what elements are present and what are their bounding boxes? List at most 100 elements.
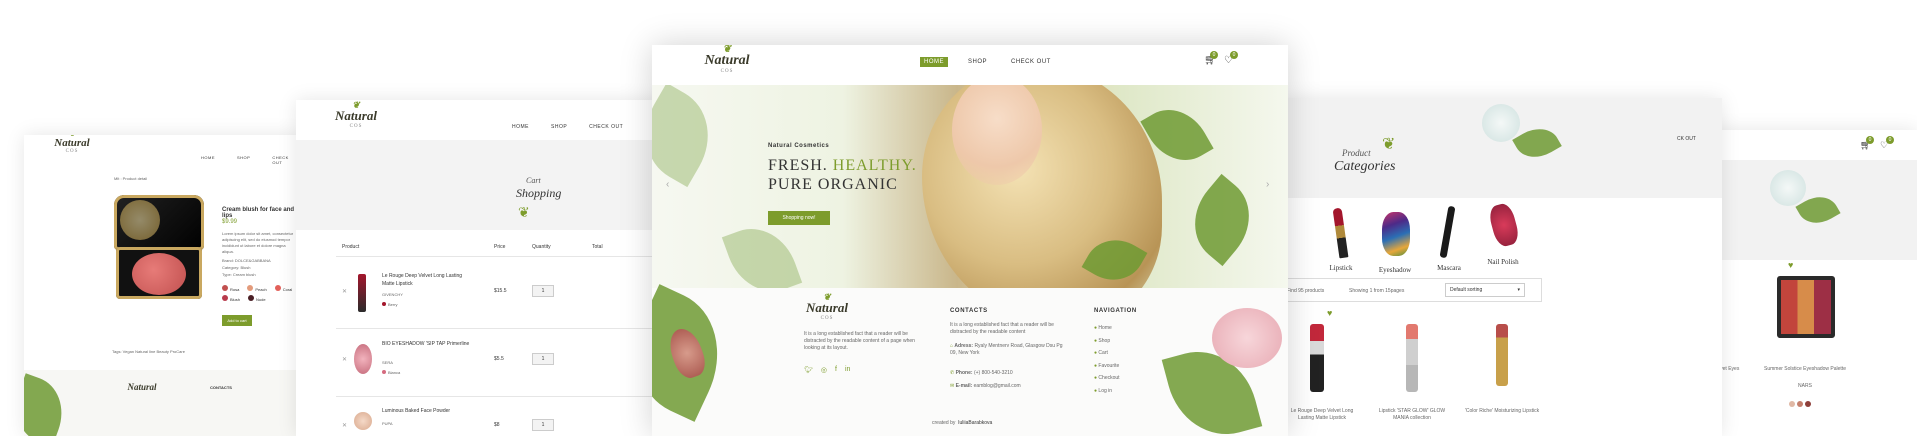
bullet-icon: ● xyxy=(1094,375,1098,381)
hero-word-fresh: FRESH. xyxy=(768,157,828,174)
nav-shop[interactable]: SHOP xyxy=(547,122,571,132)
breadcrumb[interactable]: Mlt : Product detail xyxy=(114,175,147,183)
address-label: Adress: xyxy=(954,343,974,349)
banner-subtitle: Cart xyxy=(526,176,541,185)
leaf-decoration xyxy=(24,373,73,436)
swatch-coral[interactable]: Coral xyxy=(274,285,292,292)
footer-nav-login[interactable]: ● Log in xyxy=(1094,385,1120,398)
heart-icon[interactable]: ♡ 0 xyxy=(1880,136,1894,151)
powder-decoration xyxy=(1770,170,1806,206)
product-thumb xyxy=(358,274,366,312)
product-brand: GIVENCHY xyxy=(382,292,403,297)
slider-next-icon[interactable]: › xyxy=(1266,179,1269,190)
swatch-nude[interactable]: Nude xyxy=(248,295,266,302)
hero-headline-line2: PURE ORGANIC xyxy=(768,176,898,193)
twitter-icon[interactable]: 🐦︎ xyxy=(804,366,813,374)
heart-icon[interactable]: ♥ xyxy=(1788,260,1793,270)
page-info: Showing 1 from 15pages xyxy=(1349,288,1405,294)
product-card[interactable]: 'Color Riche' Moisturizing Lipstick xyxy=(1462,316,1542,436)
product-image xyxy=(1496,324,1508,386)
footer-logo[interactable]: ❦ Natural COS xyxy=(802,292,852,321)
category-label: Lipstick xyxy=(1329,264,1353,272)
remove-icon[interactable]: ✕ xyxy=(342,356,347,363)
bullet-icon: ● xyxy=(1094,350,1098,356)
phone-value[interactable]: (+) 800-540-3210 xyxy=(974,370,1013,376)
product-brand: PUPA xyxy=(382,421,393,426)
quantity-stepper[interactable]: 1 xyxy=(532,285,554,297)
row-price: $5.5 xyxy=(494,356,504,362)
swatch-rosa[interactable]: Rosa xyxy=(222,285,239,292)
nav-home[interactable]: HOME xyxy=(508,122,533,132)
col-product: Product xyxy=(342,244,360,250)
main-nav: HOME SHOP CHECK OUT xyxy=(920,57,1055,67)
cart-icon[interactable]: 🛒︎ 0 xyxy=(1860,136,1874,151)
credit-name[interactable]: IuliiaBarabkova xyxy=(958,420,992,426)
nav-checkout-partial[interactable]: CK OUT xyxy=(1677,136,1696,142)
sort-select[interactable]: Default sorting ▾ xyxy=(1445,283,1525,297)
category-lipstick[interactable]: Lipstick xyxy=(1316,206,1366,276)
social-links: 🐦︎ ◎ f in xyxy=(804,366,850,374)
col-quantity: Quantity xyxy=(532,244,551,250)
page-banner: Cart Shopping ❦ xyxy=(296,140,676,230)
instagram-icon[interactable]: ◎ xyxy=(821,366,827,374)
product-name: Le Rouge Deep Velvet Long Lasting Matte … xyxy=(1290,408,1354,421)
brand-logo[interactable]: ❦ Natural COS xyxy=(52,135,92,154)
facebook-icon[interactable]: f xyxy=(835,366,837,374)
product-brand: SERA xyxy=(382,360,393,365)
footer-logo[interactable]: Natural xyxy=(124,382,160,392)
divider xyxy=(336,396,666,397)
footer-nav-favourite[interactable]: ● Favourite xyxy=(1094,360,1120,373)
col-price: Price xyxy=(494,244,506,250)
footer-nav-label: Shop xyxy=(1098,337,1111,344)
product-card[interactable]: Le Rouge Deep Velvet Long Lasting Matte … xyxy=(1282,316,1362,436)
quantity-stepper[interactable]: 1 xyxy=(532,353,554,365)
slider-prev-icon[interactable]: ‹ xyxy=(666,179,669,190)
swatch-peach[interactable]: Peach xyxy=(247,285,267,292)
footer-nav-cart[interactable]: ● Cart xyxy=(1094,347,1120,360)
email-value[interactable]: eamblog@gmail.com xyxy=(974,383,1021,389)
product-meta: Brand: DOLCE&GABBANA Category: Blush Typ… xyxy=(222,257,271,278)
product-card[interactable]: Lipstick 'STAR GLOW' GLOW MANIA collecti… xyxy=(1372,316,1452,436)
footer-contacts-title: CONTACTS xyxy=(210,385,232,390)
quantity-stepper[interactable]: 1 xyxy=(532,419,554,431)
nav-shop[interactable]: SHOP xyxy=(964,57,991,67)
nav-shop[interactable]: SHOP xyxy=(233,153,254,167)
nav-home[interactable]: HOME xyxy=(197,153,219,167)
remove-icon[interactable]: ✕ xyxy=(342,288,347,295)
category-label: Eyeshadow xyxy=(1378,266,1412,274)
location-icon: ⌂ xyxy=(950,343,954,349)
swatch-label: Blush xyxy=(230,297,241,302)
nav-checkout[interactable]: CHECK OUT xyxy=(1007,57,1055,67)
swatch[interactable] xyxy=(1805,401,1811,407)
product-name[interactable]: Le Rouge Deep Velvet Long Lasting Matte … xyxy=(382,272,472,288)
category-list: Lipstick Eyeshadow Mascara Nail Polish xyxy=(1316,201,1676,276)
shopping-now-button[interactable]: Shopping now! xyxy=(768,211,830,225)
category-nail-polish[interactable]: Nail Polish xyxy=(1478,200,1528,270)
category-eyeshadow[interactable]: Eyeshadow xyxy=(1370,206,1420,276)
cart-icon[interactable]: 🛒︎ 0 xyxy=(1204,51,1218,66)
brand-logo[interactable]: ❦ Natural COS xyxy=(334,100,378,129)
product-card[interactable]: Summer Solstice Eyeshadow Palette NARS xyxy=(1755,276,1855,436)
add-to-cart-button[interactable]: Add to cart xyxy=(222,315,252,326)
linkedin-icon[interactable]: in xyxy=(845,366,850,374)
product-name[interactable]: Luminous Baked Face Powder xyxy=(382,408,482,414)
nav-checkout[interactable]: CHECK OUT xyxy=(585,122,627,132)
swatch[interactable] xyxy=(1797,401,1803,407)
brand-logo[interactable]: ❦ Natural COS xyxy=(702,45,752,74)
footer-nav-shop[interactable]: ● Shop xyxy=(1094,335,1120,348)
swatch-label: Peach xyxy=(255,287,267,292)
color-swatches: Rosa Peach Coral Blush Nude xyxy=(222,285,294,302)
swatch[interactable] xyxy=(1789,401,1795,407)
swatch-blush[interactable]: Blush xyxy=(222,295,240,302)
nav-home[interactable]: HOME xyxy=(920,57,948,67)
product-name[interactable]: BIO EYESHADOW 'SIP TAP Primerline xyxy=(382,340,472,348)
hero-headline-line1: FRESH. HEALTHY. xyxy=(768,157,917,175)
powder-decoration xyxy=(1482,104,1520,142)
category-mascara[interactable]: Mascara xyxy=(1424,205,1474,276)
remove-icon[interactable]: ✕ xyxy=(342,422,347,429)
footer-nav-home[interactable]: ● Home xyxy=(1094,322,1120,335)
product-price: $9.99 xyxy=(222,219,238,225)
footer-nav-checkout[interactable]: ● Checkout xyxy=(1094,372,1120,385)
heart-icon[interactable]: ♡ 0 xyxy=(1224,51,1238,66)
sort-value: Default sorting xyxy=(1450,287,1483,293)
